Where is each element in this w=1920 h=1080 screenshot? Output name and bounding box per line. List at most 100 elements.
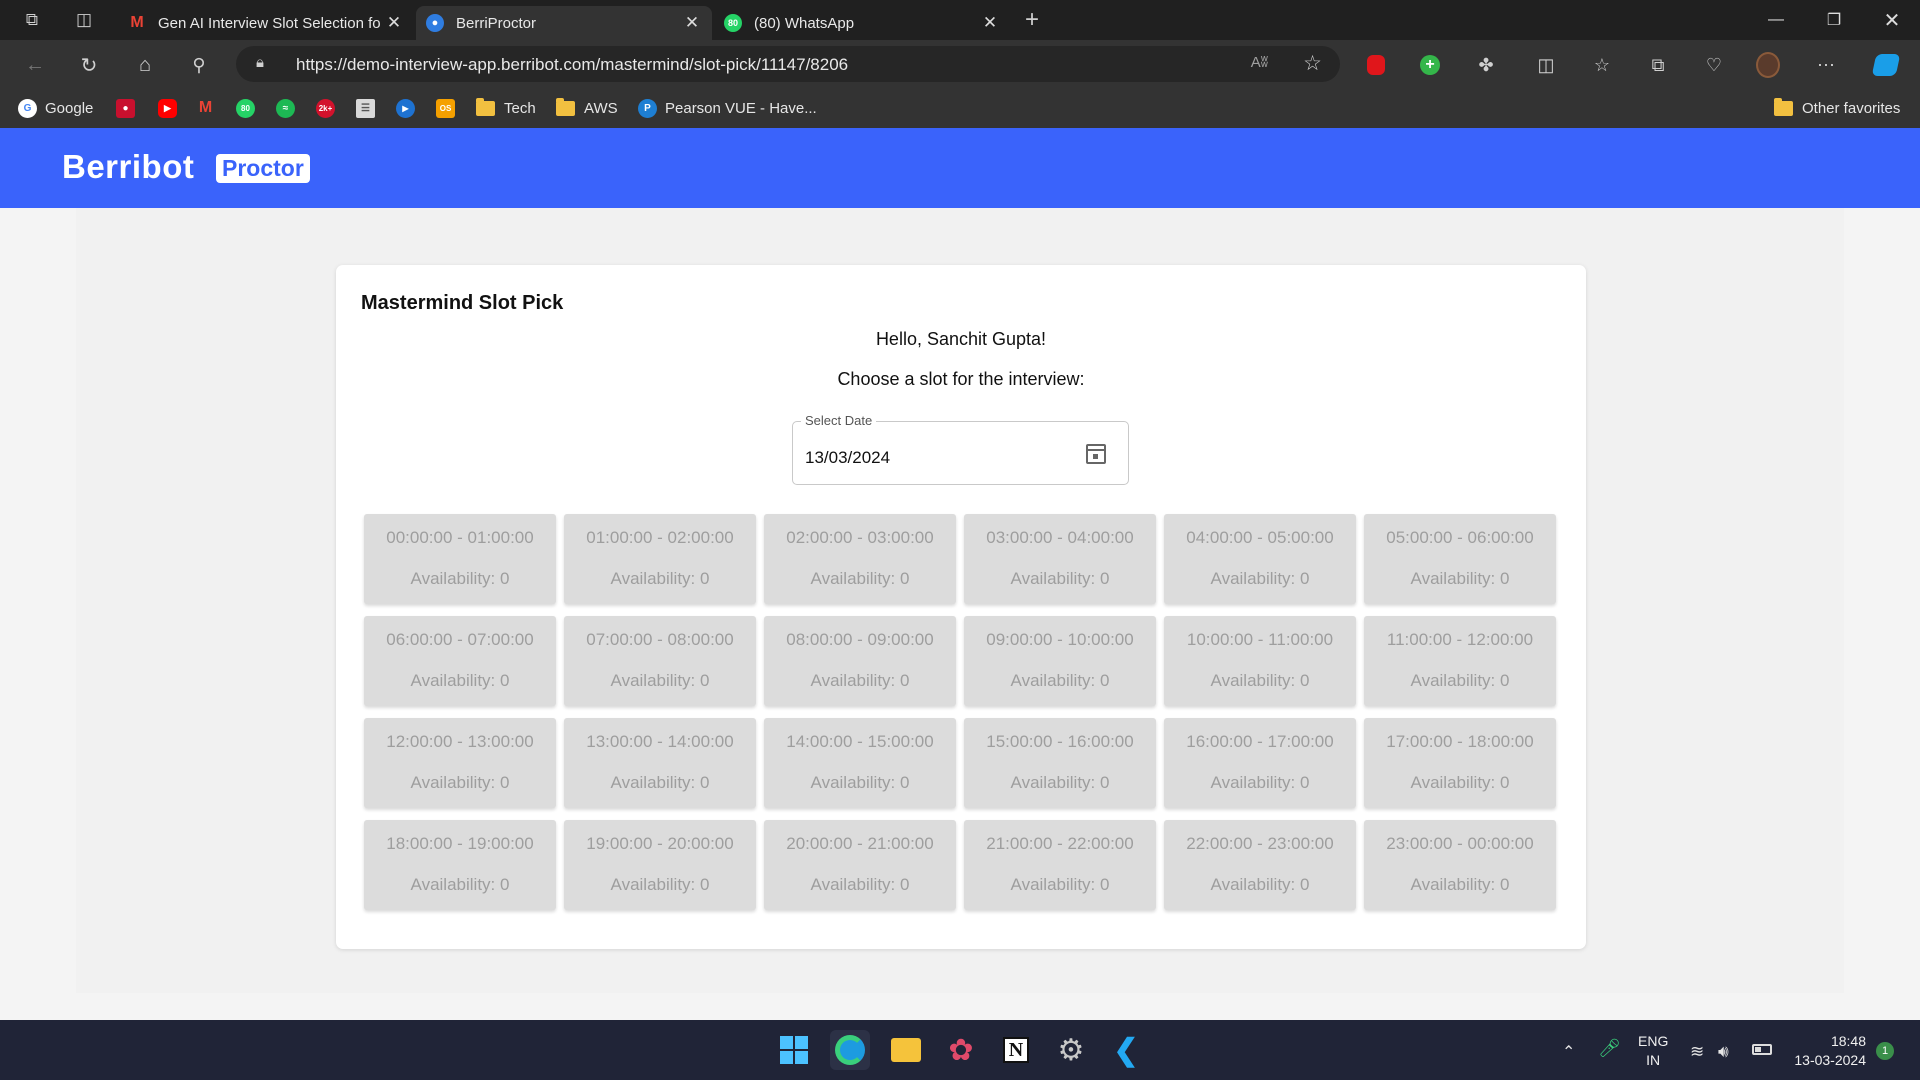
bookmark-whatsapp[interactable]: 80	[236, 97, 263, 119]
slot-button[interactable]: 02:00:00 - 03:00:00 Availability: 0	[764, 514, 956, 604]
slot-availability: Availability: 0	[1010, 671, 1110, 690]
slot-availability: Availability: 0	[610, 875, 710, 894]
windows-start-icon[interactable]	[774, 1030, 814, 1070]
vertical-tabs-icon[interactable]: ◫	[70, 6, 98, 34]
new-tab-button[interactable]: +	[1018, 6, 1046, 34]
url-text[interactable]: https://demo-interview-app.berribot.com/…	[296, 55, 848, 75]
slot-availability: Availability: 0	[1410, 671, 1510, 690]
tab-whatsapp[interactable]: 80 (80) WhatsApp ✕	[714, 6, 1010, 40]
slot-button[interactable]: 04:00:00 - 05:00:00 Availability: 0	[1164, 514, 1356, 604]
edge-browser-icon[interactable]	[830, 1030, 870, 1070]
volume-icon[interactable]: 🔊︎	[1718, 1042, 1729, 1062]
battery-icon[interactable]	[1752, 1042, 1772, 1059]
notification-badge[interactable]: 1	[1876, 1041, 1894, 1060]
favorites-icon[interactable]: ☆	[1590, 53, 1614, 77]
browser-essentials-icon[interactable]: ♡	[1702, 53, 1726, 77]
notification-count: 1	[1876, 1042, 1894, 1060]
collections-icon[interactable]: ⧉	[1646, 53, 1670, 77]
gmail-icon: M	[198, 99, 213, 116]
slot-button[interactable]: 21:00:00 - 22:00:00 Availability: 0	[964, 820, 1156, 910]
lock-icon[interactable]: 🔒︎	[256, 54, 264, 71]
date-field-value[interactable]: 13/03/2024	[805, 448, 890, 468]
bookmark-gmail[interactable]: M	[196, 97, 223, 119]
restore-button[interactable]: ❐	[1806, 0, 1862, 40]
bookmark-pearson[interactable]: P Pearson VUE - Have...	[638, 97, 817, 119]
bookmark-folder-tech[interactable]: Tech	[476, 97, 536, 119]
slot-availability: Availability: 0	[610, 671, 710, 690]
slot-button[interactable]: 10:00:00 - 11:00:00 Availability: 0	[1164, 616, 1356, 706]
bookmark-os[interactable]: OS	[436, 97, 463, 119]
slot-button[interactable]: 22:00:00 - 23:00:00 Availability: 0	[1164, 820, 1356, 910]
tab-gmail[interactable]: M Gen AI Interview Slot Selection fo ✕	[118, 6, 414, 40]
slot-button[interactable]: 16:00:00 - 17:00:00 Availability: 0	[1164, 718, 1356, 808]
slot-button[interactable]: 13:00:00 - 14:00:00 Availability: 0	[564, 718, 756, 808]
bookmark-2k[interactable]: 2k+	[316, 97, 343, 119]
workspaces-icon[interactable]: ⧉	[18, 6, 46, 34]
slot-button[interactable]: 06:00:00 - 07:00:00 Availability: 0	[364, 616, 556, 706]
more-options-icon[interactable]: ⋯	[1814, 53, 1838, 77]
slot-button[interactable]: 20:00:00 - 21:00:00 Availability: 0	[764, 820, 956, 910]
bookmark-folder-other-favorites[interactable]: Other favorites	[1774, 97, 1900, 119]
adblock-extension-icon[interactable]	[1364, 53, 1388, 77]
slot-button[interactable]: 03:00:00 - 04:00:00 Availability: 0	[964, 514, 1156, 604]
microphone-icon[interactable]: 🎤︎	[1598, 1038, 1621, 1059]
system-clock[interactable]: 18:48 13-03-2024	[1794, 1032, 1866, 1070]
bookmark-label: Tech	[504, 99, 536, 117]
slot-button[interactable]: 07:00:00 - 08:00:00 Availability: 0	[564, 616, 756, 706]
extensions-puzzle-icon[interactable]: ✤	[1474, 53, 1498, 77]
tab-title: BerriProctor	[456, 14, 537, 32]
tab-berriproctor[interactable]: ● BerriProctor ✕	[416, 6, 712, 40]
address-bar[interactable]: 🔒︎ https://demo-interview-app.berribot.c…	[236, 46, 1340, 82]
slot-button[interactable]: 18:00:00 - 19:00:00 Availability: 0	[364, 820, 556, 910]
bookmark-youtube[interactable]: ▶	[158, 97, 185, 119]
close-tab-icon[interactable]: ✕	[980, 13, 1000, 33]
search-icon[interactable]: ⚲	[184, 50, 214, 80]
home-button[interactable]: ⌂	[130, 50, 160, 80]
close-tab-icon[interactable]: ✕	[682, 13, 702, 33]
slot-availability: Availability: 0	[610, 569, 710, 588]
vscode-icon[interactable]: ❮	[1106, 1030, 1146, 1070]
slot-button[interactable]: 09:00:00 - 10:00:00 Availability: 0	[964, 616, 1156, 706]
profile-avatar[interactable]	[1756, 52, 1780, 78]
close-window-button[interactable]: ✕	[1864, 0, 1920, 40]
show-hidden-icons-chevron[interactable]: ⌃	[1562, 1042, 1575, 1062]
slot-button[interactable]: 23:00:00 - 00:00:00 Availability: 0	[1364, 820, 1556, 910]
slot-button[interactable]: 12:00:00 - 13:00:00 Availability: 0	[364, 718, 556, 808]
bookmark-video[interactable]: ▶	[396, 97, 423, 119]
file-explorer-icon[interactable]	[886, 1030, 926, 1070]
slot-button[interactable]: 15:00:00 - 16:00:00 Availability: 0	[964, 718, 1156, 808]
slot-availability: Availability: 0	[810, 875, 910, 894]
settings-gear-icon[interactable]: ⚙	[1051, 1030, 1091, 1070]
slot-button[interactable]: 05:00:00 - 06:00:00 Availability: 0	[1364, 514, 1556, 604]
bookmark-google[interactable]: G Google	[18, 97, 93, 119]
browser-toolbar: ← ↻ ⌂ ⚲ 🔒︎ https://demo-interview-app.be…	[0, 40, 1920, 88]
notion-icon[interactable]: N	[996, 1030, 1036, 1070]
slot-button[interactable]: 01:00:00 - 02:00:00 Availability: 0	[564, 514, 756, 604]
slot-time: 07:00:00 - 08:00:00	[586, 630, 734, 649]
slot-button[interactable]: 11:00:00 - 12:00:00 Availability: 0	[1364, 616, 1556, 706]
youtube-icon: ▶	[158, 98, 177, 118]
add-extension-icon[interactable]: +	[1418, 53, 1442, 77]
bookmark-spotify[interactable]: ≈	[276, 97, 303, 119]
refresh-button[interactable]: ↻	[74, 50, 104, 80]
slot-button[interactable]: 17:00:00 - 18:00:00 Availability: 0	[1364, 718, 1556, 808]
minimize-button[interactable]: —	[1748, 0, 1804, 40]
favorite-star-icon[interactable]: ☆	[1303, 51, 1322, 76]
slot-button[interactable]: 19:00:00 - 20:00:00 Availability: 0	[564, 820, 756, 910]
slot-button[interactable]: 00:00:00 - 01:00:00 Availability: 0	[364, 514, 556, 604]
slot-button[interactable]: 14:00:00 - 15:00:00 Availability: 0	[764, 718, 956, 808]
back-button[interactable]: ←	[20, 50, 50, 80]
bookmark-folder-aws[interactable]: AWS	[556, 97, 618, 119]
close-tab-icon[interactable]: ✕	[384, 13, 404, 33]
wifi-icon[interactable]: ≋	[1690, 1042, 1704, 1062]
photos-app-icon[interactable]: ✿	[941, 1030, 981, 1070]
bookmark-document[interactable]: ☰	[356, 97, 383, 119]
language-indicator[interactable]: ENG IN	[1638, 1032, 1668, 1070]
read-aloud-icon[interactable]: Aʬ	[1251, 54, 1268, 71]
copilot-icon[interactable]	[1871, 53, 1901, 77]
date-picker-field[interactable]: Select Date 13/03/2024	[792, 413, 1129, 485]
bookmark-contact[interactable]: ●	[116, 97, 143, 119]
calendar-icon[interactable]	[1086, 444, 1106, 464]
slot-button[interactable]: 08:00:00 - 09:00:00 Availability: 0	[764, 616, 956, 706]
split-screen-icon[interactable]: ◫	[1534, 53, 1558, 77]
